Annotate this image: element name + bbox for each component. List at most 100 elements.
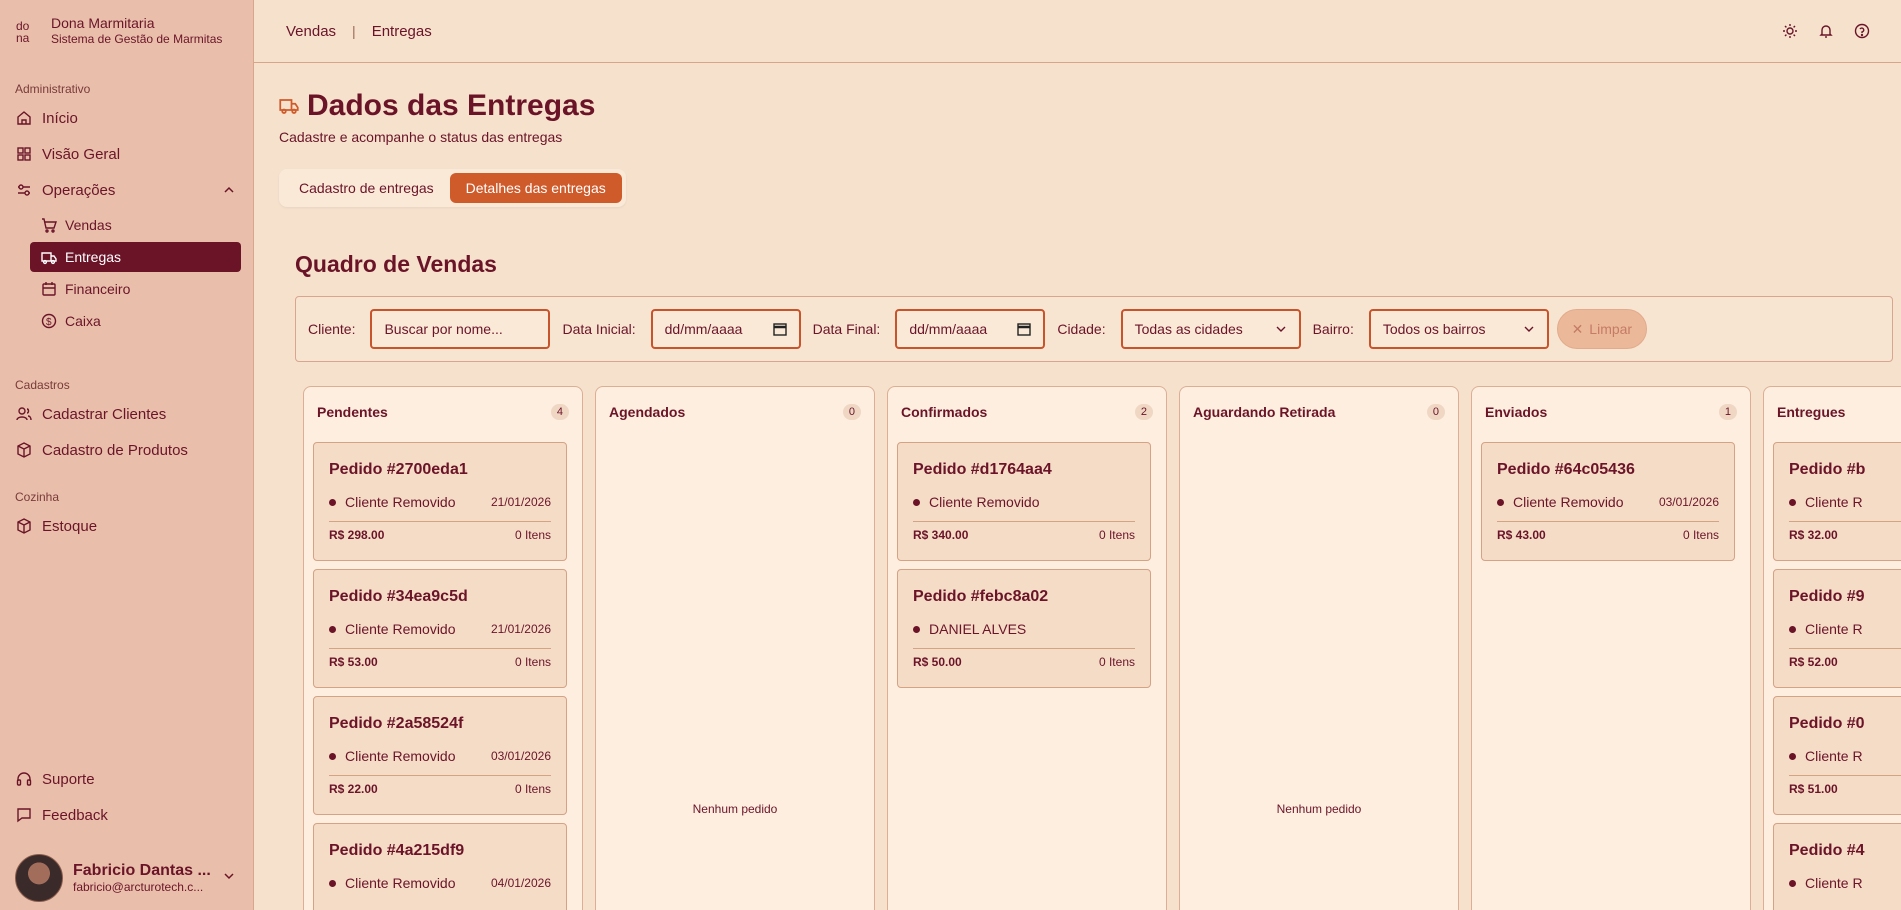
home-icon: [15, 109, 33, 127]
chevron-up-icon[interactable]: [223, 183, 235, 200]
users-icon: [15, 405, 33, 423]
sidebar-item-label: Visão Geral: [42, 145, 121, 163]
cidade-label: Cidade:: [1057, 321, 1106, 337]
sidebar-item-financeiro[interactable]: Financeiro: [30, 274, 241, 304]
order-items: 0 Itens: [1682, 528, 1719, 542]
column-confirmados: Confirmados 2 Pedido #d1764aa4 Cliente R…: [887, 386, 1167, 910]
sidebar-item-feedback[interactable]: Feedback: [0, 799, 254, 831]
breadcrumb-entregas[interactable]: Entregas: [372, 23, 432, 40]
breadcrumb-vendas[interactable]: Vendas: [286, 23, 336, 40]
sidebar-item-inicio[interactable]: Início: [0, 102, 253, 134]
column-aguardando-retirada: Aguardando Retirada 0 Nenhum pedido: [1179, 386, 1459, 910]
sidebar-item-entregas[interactable]: Entregas: [30, 242, 241, 272]
sidebar-item-label: Operações: [42, 181, 116, 199]
data-final-input[interactable]: dd/mm/aaaa: [895, 309, 1046, 349]
order-card[interactable]: Pedido #34ea9c5d Cliente Removido 21/01/2…: [313, 569, 567, 688]
cliente-placeholder: Buscar por nome...: [384, 321, 503, 337]
order-items: 0 Itens: [514, 782, 551, 796]
order-card[interactable]: Pedido #b Cliente R R$ 32.00: [1773, 442, 1901, 561]
help-icon[interactable]: [1853, 22, 1871, 40]
data-inicial-input[interactable]: dd/mm/aaaa: [650, 309, 801, 349]
cidade-value: Todas as cidades: [1134, 321, 1243, 337]
order-card[interactable]: Pedido #9 Cliente R R$ 52.00: [1773, 569, 1901, 688]
data-inicial-label: Data Inicial:: [562, 321, 636, 337]
order-price: R$ 43.00: [1497, 528, 1546, 542]
section-label-cozinha: Cozinha: [15, 490, 60, 504]
user-menu[interactable]: Fabricio Dantas ... fabricio@arcturotech…: [0, 846, 254, 910]
breadcrumb-separator: |: [352, 23, 356, 39]
sidebar-item-label: Entregas: [65, 249, 122, 265]
limpar-button[interactable]: ✕ Limpar: [1556, 309, 1647, 349]
order-title: Pedido #2a58524f: [329, 715, 464, 732]
sidebar-item-visao-geral[interactable]: Visão Geral: [0, 138, 253, 170]
data-inicial-value: dd/mm/aaaa: [664, 321, 743, 337]
order-client: Cliente R: [1789, 875, 1863, 891]
page-title-text: Dados das Entregas: [307, 89, 596, 122]
order-items: 0 Itens: [514, 655, 551, 669]
column-title: Agendados: [609, 404, 686, 420]
order-card[interactable]: Pedido #0 Cliente R R$ 51.00: [1773, 696, 1901, 815]
limpar-label: Limpar: [1589, 321, 1633, 337]
package-icon: [15, 441, 33, 459]
sidebar-item-label: Cadastrar Clientes: [42, 405, 167, 423]
column-count: 0: [842, 404, 861, 420]
column-entregues: Entregues Pedido #b Cliente R R$ 32.00 P…: [1763, 386, 1901, 910]
bell-icon[interactable]: [1817, 22, 1835, 40]
order-card[interactable]: Pedido #d1764aa4 Cliente Removido R$ 340…: [897, 442, 1151, 561]
order-price: R$ 51.00: [1789, 782, 1838, 796]
order-title: Pedido #34ea9c5d: [329, 588, 468, 605]
order-price: R$ 298.00: [329, 528, 385, 542]
order-title: Pedido #d1764aa4: [913, 461, 1052, 478]
tabs: Cadastro de entregas Detalhes das entreg…: [279, 169, 626, 207]
cliente-search-input[interactable]: Buscar por nome...: [370, 309, 551, 349]
tab-cadastro-entregas[interactable]: Cadastro de entregas: [283, 173, 450, 203]
filter-bar: Cliente: Buscar por nome... Data Inicial…: [295, 296, 1893, 362]
order-price: R$ 53.00: [329, 655, 378, 669]
bairro-select[interactable]: Todos os bairros: [1368, 309, 1549, 349]
order-client: DANIEL ALVES: [913, 621, 1026, 637]
truck-icon: [279, 89, 299, 123]
column-enviados: Enviados 1 Pedido #64c05436 Cliente Remo…: [1471, 386, 1751, 910]
order-title: Pedido #9: [1789, 588, 1865, 605]
brand[interactable]: do na Dona Marmitaria Sistema de Gestão d…: [0, 0, 253, 62]
sidebar-item-caixa[interactable]: $ Caixa: [30, 306, 241, 336]
order-date: 03/01/2026: [1658, 495, 1719, 509]
sidebar-item-operacoes[interactable]: Operações: [0, 174, 253, 206]
column-agendados: Agendados 0 Nenhum pedido: [595, 386, 875, 910]
order-price: R$ 22.00: [329, 782, 378, 796]
sidebar-item-suporte[interactable]: Suporte: [0, 763, 254, 795]
order-items: 0 Itens: [1098, 655, 1135, 669]
column-title: Entregues: [1777, 404, 1846, 420]
page-title: Dados das Entregas: [279, 89, 1901, 123]
cidade-select[interactable]: Todas as cidades: [1120, 309, 1301, 349]
order-card[interactable]: Pedido #2a58524f Cliente Removido 03/01/2…: [313, 696, 567, 815]
order-title: Pedido #4a215df9: [329, 842, 465, 859]
order-card[interactable]: Pedido #64c05436 Cliente Removido 03/01/2…: [1481, 442, 1735, 561]
sidebar-item-label: Estoque: [42, 517, 98, 535]
sidebar: do na Dona Marmitaria Sistema de Gestão d…: [0, 0, 254, 910]
page-subtitle: Cadastre e acompanhe o status das entreg…: [279, 129, 563, 145]
chevron-down-icon: [1523, 322, 1535, 338]
chevron-down-icon[interactable]: [223, 869, 235, 887]
sidebar-item-cadastrar-clientes[interactable]: Cadastrar Clientes: [0, 398, 253, 430]
order-card[interactable]: Pedido #2700eda1 Cliente Removido 21/01/2…: [313, 442, 567, 561]
calendar-icon[interactable]: [1017, 322, 1032, 339]
sidebar-item-estoque[interactable]: Estoque: [0, 510, 253, 542]
sidebar-item-vendas[interactable]: Vendas: [30, 210, 241, 240]
sun-icon[interactable]: [1781, 22, 1799, 40]
sidebar-item-cadastro-produtos[interactable]: Cadastro de Produtos: [0, 434, 253, 466]
order-date: 03/01/2026: [490, 749, 551, 763]
order-card[interactable]: Pedido #febc8a02 DANIEL ALVES R$ 50.00 0 …: [897, 569, 1151, 688]
order-client: Cliente Removido: [913, 494, 1040, 510]
order-client: Cliente R: [1789, 494, 1863, 510]
tab-detalhes-entregas[interactable]: Detalhes das entregas: [449, 173, 622, 203]
cliente-label: Cliente:: [308, 321, 356, 337]
order-card[interactable]: Pedido #4a215df9 Cliente Removido 04/01/2…: [313, 823, 567, 910]
sidebar-item-label: Financeiro: [65, 281, 131, 297]
order-client: Cliente Removido: [329, 875, 456, 891]
column-title: Pendentes: [317, 404, 388, 420]
order-date: 21/01/2026: [490, 495, 551, 509]
order-card[interactable]: Pedido #4 Cliente R: [1773, 823, 1901, 910]
column-title: Confirmados: [901, 404, 988, 420]
calendar-icon[interactable]: [772, 322, 787, 339]
